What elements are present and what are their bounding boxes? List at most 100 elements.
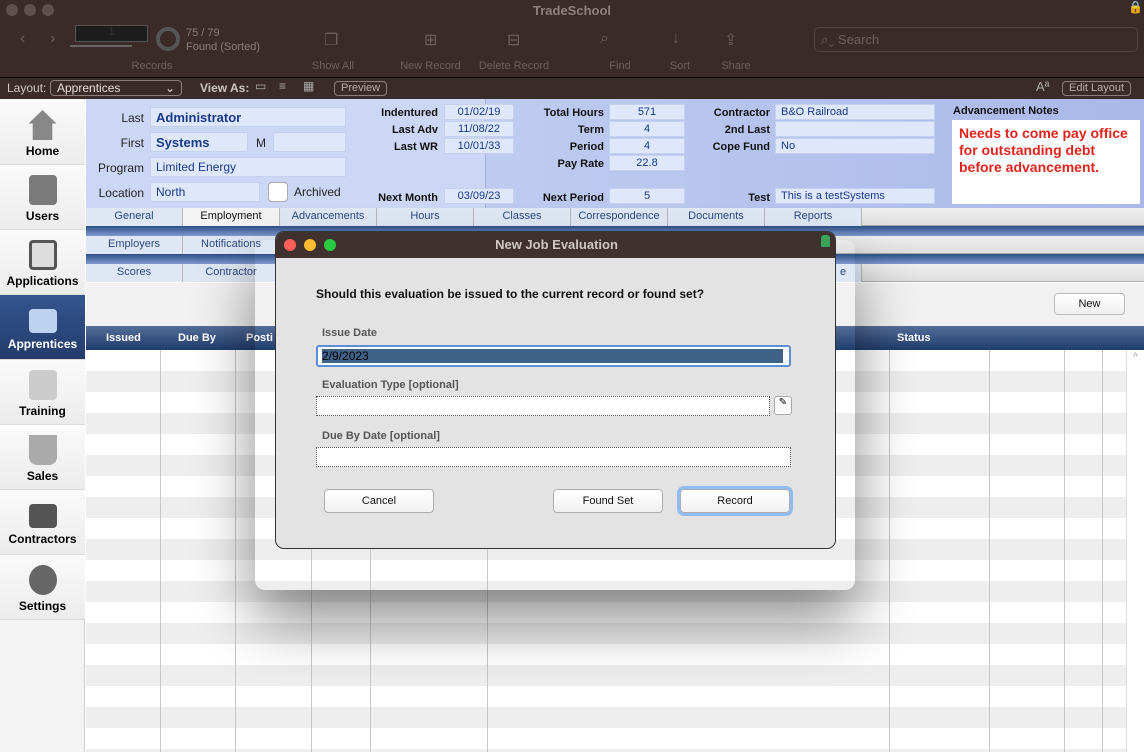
contractor-label: Contractor — [713, 107, 770, 119]
cope-fund-field[interactable]: No — [775, 138, 935, 154]
last-wr-field[interactable]: 10/01/33 — [444, 138, 514, 154]
scroll-up-icon[interactable]: ^ — [1127, 352, 1144, 363]
term-field[interactable]: 4 — [609, 121, 685, 137]
sidebar-item-home[interactable]: Home — [0, 100, 85, 165]
sidebar-item-training[interactable]: Training — [0, 360, 85, 425]
tab-hours[interactable]: Hours — [377, 208, 474, 226]
tab-employment[interactable]: Employment — [183, 208, 280, 226]
preview-button[interactable]: Preview — [334, 81, 388, 96]
dialog-zoom-button[interactable] — [324, 239, 336, 251]
vertical-scrollbar[interactable]: ^ — [1126, 350, 1144, 752]
dialog-title: New Job Evaluation — [276, 232, 835, 258]
period-label: Period — [569, 141, 604, 153]
next-period-field[interactable]: 5 — [609, 188, 685, 204]
record-number-input[interactable]: 1 — [75, 25, 148, 42]
last-adv-field[interactable]: 11/08/22 — [444, 121, 514, 137]
record-button[interactable]: Record — [680, 489, 790, 513]
last-field[interactable]: Administrator — [150, 107, 346, 127]
test-field[interactable]: This is a testSystems — [775, 188, 935, 204]
dialog-close-button[interactable] — [284, 239, 296, 251]
program-field[interactable]: Limited Energy — [150, 157, 346, 177]
second-last-label: 2nd Last — [724, 124, 770, 136]
last-label: Last — [121, 111, 144, 125]
location-label: Location — [98, 186, 144, 200]
search-icon: ⌕⌄ — [821, 32, 839, 47]
clipboard-icon — [28, 240, 57, 270]
first-label: First — [120, 136, 144, 150]
found-count: 75 / 79 — [186, 27, 220, 39]
next-month-field[interactable]: 03/09/23 — [444, 188, 514, 204]
edit-layout-button[interactable]: Edit Layout — [1062, 81, 1132, 96]
sidebar-item-apprentices[interactable]: Apprentices — [0, 295, 85, 360]
tab-employers[interactable]: Employers — [86, 236, 183, 254]
test-label: Test — [748, 192, 770, 204]
found-set-button[interactable]: Found Set — [553, 489, 663, 513]
sidebar-item-users[interactable]: Users — [0, 165, 85, 230]
record-header: Last Administrator First Systems M Progr… — [86, 99, 1144, 208]
title-bar: TradeSchool 🔒 ‹ › 1 75 / 79 Found (Sorte… — [0, 0, 1144, 78]
tab-general[interactable]: General — [86, 208, 183, 226]
location-field[interactable]: North — [150, 182, 260, 202]
tab-documents[interactable]: Documents — [668, 208, 765, 226]
show-all-icon: ❐ — [324, 32, 339, 49]
form-view-icon[interactable]: ▭ — [255, 79, 266, 93]
first-field[interactable]: Systems — [150, 132, 248, 152]
pay-rate-field[interactable]: 22.8 — [609, 155, 685, 171]
indentured-field[interactable]: 01/02/19 — [444, 104, 514, 120]
archived-checkbox[interactable] — [268, 182, 288, 202]
tab-correspondence[interactable]: Correspondence — [571, 208, 668, 226]
next-month-label: Next Month — [378, 192, 438, 204]
sidebar: Home Users Applications Apprentices Trai… — [0, 99, 85, 752]
next-record-button[interactable]: › — [50, 30, 55, 48]
chevron-down-icon: ⌄ — [164, 81, 175, 95]
issue-date-input[interactable]: 2/9/2023 — [316, 345, 791, 367]
minus-icon: ⊟ — [507, 32, 521, 49]
list-view-icon[interactable]: ≡ — [279, 79, 286, 93]
cancel-button[interactable]: Cancel — [324, 489, 434, 513]
sidebar-item-applications[interactable]: Applications — [0, 230, 85, 295]
delete-record-button[interactable]: Delete Record — [474, 60, 554, 72]
tab-classes[interactable]: Classes — [474, 208, 571, 226]
second-last-field[interactable] — [775, 121, 935, 137]
column-status[interactable]: Status — [897, 332, 931, 344]
issue-date-label: Issue Date — [322, 327, 378, 339]
last-wr-label: Last WR — [394, 141, 438, 153]
advancement-notes-field[interactable]: Needs to come pay office for outstanding… — [952, 120, 1140, 204]
tab-advancements[interactable]: Advancements — [280, 208, 377, 226]
previous-record-button[interactable]: ‹ — [20, 30, 25, 48]
pay-rate-label: Pay Rate — [557, 158, 604, 170]
new-evaluation-button[interactable]: New — [1054, 293, 1125, 315]
table-view-icon[interactable]: ▦ — [303, 79, 314, 93]
sort-button[interactable]: Sort — [660, 60, 700, 72]
tab-scores[interactable]: Scores — [86, 264, 183, 282]
layout-select[interactable]: Apprentices ⌄ — [50, 80, 182, 96]
find-button[interactable]: Find — [600, 60, 640, 72]
sidebar-item-settings[interactable]: Settings — [0, 555, 85, 620]
column-due-by[interactable]: Due By — [178, 332, 216, 344]
sidebar-item-sales[interactable]: Sales — [0, 425, 85, 490]
evaluation-type-select[interactable] — [316, 396, 770, 416]
new-record-button[interactable]: New Record — [393, 60, 468, 72]
font-size-icon[interactable]: Aª — [1036, 79, 1049, 94]
tab-reports[interactable]: Reports — [765, 208, 862, 226]
hammer-icon — [28, 565, 57, 595]
plus-icon: ⊞ — [424, 32, 438, 49]
share-button[interactable]: Share — [716, 60, 756, 72]
sidebar-item-contractors[interactable]: Contractors — [0, 490, 85, 555]
archived-label: Archived — [294, 185, 341, 199]
record-slider[interactable] — [70, 45, 132, 47]
middle-field[interactable] — [273, 132, 346, 152]
dialog-minimize-button[interactable] — [304, 239, 316, 251]
contractor-field[interactable]: B&O Railroad — [775, 104, 935, 120]
lock-icon — [821, 235, 830, 247]
show-all-button[interactable]: Show All — [298, 60, 368, 72]
search-input[interactable]: ⌕⌄ Search — [814, 27, 1138, 52]
next-period-label: Next Period — [542, 192, 604, 204]
sort-icon: ↓ — [672, 30, 680, 47]
total-hours-field[interactable]: 571 — [609, 104, 685, 120]
column-issued[interactable]: Issued — [106, 332, 141, 344]
period-field[interactable]: 4 — [609, 138, 685, 154]
due-by-date-input[interactable] — [316, 447, 791, 467]
edit-pencil-icon[interactable]: ✎ — [774, 396, 792, 415]
main-tabs: General Employment Advancements Hours Cl… — [86, 208, 1144, 226]
